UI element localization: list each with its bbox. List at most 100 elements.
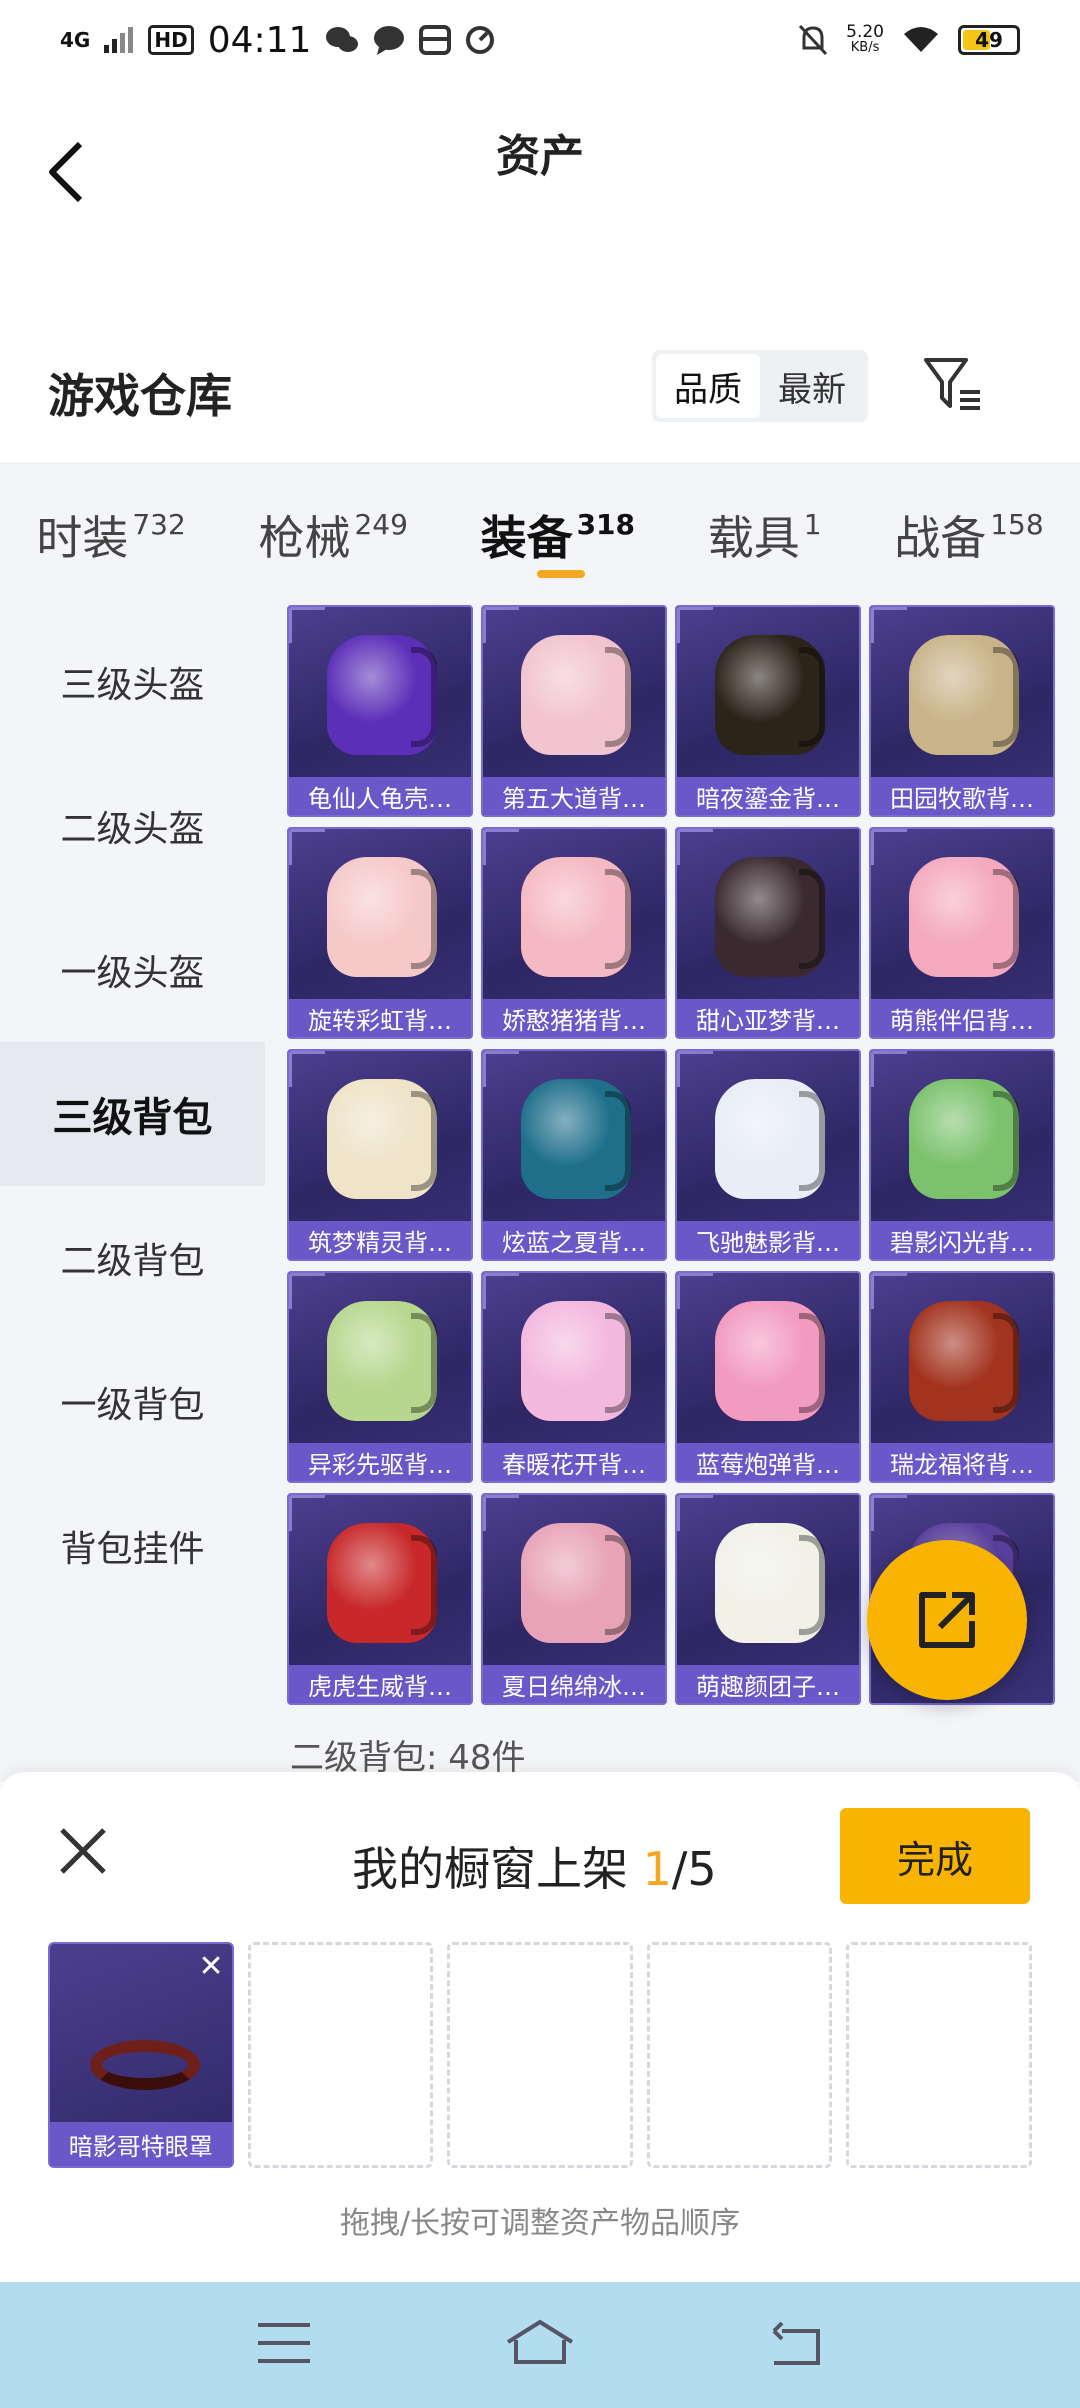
signal-icon [104,27,134,53]
select-checkbox[interactable] [289,1273,325,1309]
sidebar-item-lv1-helmet[interactable]: 一级头盔 [0,898,265,1042]
item-card[interactable]: 第五大道背… [481,605,667,817]
showcase-slot-empty[interactable] [247,1942,434,2168]
select-checkbox[interactable] [483,1495,519,1531]
item-label: 娇憨猪猪背… [483,999,665,1037]
item-card[interactable]: 暗夜鎏金背… [675,605,861,817]
item-card[interactable]: 龟仙人龟壳… [287,605,473,817]
sidebar-item-lv3-backpack[interactable]: 三级背包 [0,1042,265,1186]
item-card[interactable]: 田园牧歌背… [869,605,1055,817]
sidebar-item-lv2-backpack[interactable]: 二级背包 [0,1186,265,1330]
backpack-strap [799,1091,825,1191]
item-card[interactable]: 炫蓝之夏背… [481,1049,667,1261]
item-label: 暗夜鎏金背… [677,777,859,815]
select-checkbox[interactable] [289,1051,325,1087]
select-checkbox[interactable] [677,1051,713,1087]
item-label: 夏日绵绵冰… [483,1665,665,1703]
sidebar-item-lv3-helmet[interactable]: 三级头盔 [0,610,265,754]
backpack-strap [411,1091,437,1191]
item-card[interactable]: 萌熊伴侣背… [869,827,1055,1039]
system-nav-bar [0,2282,1080,2408]
sidebar-item-backpack-charm[interactable]: 背包挂件 [0,1474,265,1618]
hd-badge: HD [148,25,194,55]
sidebar-item-lv1-backpack[interactable]: 一级背包 [0,1330,265,1474]
select-checkbox[interactable] [871,829,907,865]
sort-toggle: 品质 最新 [652,350,868,422]
select-checkbox[interactable] [677,829,713,865]
tab-label: 载具 [707,511,800,565]
item-label: 龟仙人龟壳… [289,777,471,815]
item-card[interactable]: 萌趣颜团子… [675,1493,861,1705]
select-checkbox[interactable] [677,607,713,643]
select-checkbox[interactable] [677,1495,713,1531]
active-tab-indicator [537,570,585,578]
item-card[interactable]: 娇憨猪猪背… [481,827,667,1039]
item-label: 飞驰魅影背… [677,1221,859,1259]
close-button[interactable] [58,1826,108,1876]
select-checkbox[interactable] [483,829,519,865]
select-checkbox[interactable] [289,829,325,865]
tab-fashion[interactable]: 时装 732 [36,502,185,568]
showcase-slot-empty[interactable] [646,1942,833,2168]
item-card[interactable]: 筑梦精灵背… [287,1049,473,1261]
sort-quality-button[interactable]: 品质 [656,354,760,418]
backpack-strap [605,647,631,747]
tab-vehicles[interactable]: 载具 1 [708,502,822,568]
tab-equipment[interactable]: 装备 318 [481,502,635,568]
tab-firearms[interactable]: 枪械 249 [258,502,407,568]
page-title: 资产 [496,131,584,182]
item-card[interactable]: 异彩先驱背… [287,1271,473,1483]
tab-count: 249 [354,508,408,541]
showcase-slot-empty[interactable] [846,1942,1032,2168]
message-icon [373,25,405,55]
select-checkbox[interactable] [483,607,519,643]
showcase-slot-empty[interactable] [447,1942,633,2168]
select-checkbox[interactable] [871,1495,907,1531]
done-button[interactable]: 完成 [840,1808,1030,1904]
sort-latest-button[interactable]: 最新 [760,354,864,418]
filter-button[interactable] [920,352,984,416]
select-checkbox[interactable] [871,1051,907,1087]
item-label: 瑞龙福将背… [871,1443,1053,1481]
select-checkbox[interactable] [483,1051,519,1087]
item-card[interactable]: 瑞龙福将背… [869,1271,1055,1483]
item-label: 蓝莓炮弹背… [677,1443,859,1481]
backpack-strap [605,1535,631,1635]
item-card[interactable]: 甜心亚梦背… [675,827,861,1039]
item-card[interactable]: 虎虎生威背… [287,1493,473,1705]
menu-icon [258,2323,310,2363]
category-tabs: 时装 732 枪械 249 装备 318 载具 1 战备 158 [0,490,1080,580]
select-checkbox[interactable] [483,1273,519,1309]
item-card[interactable]: 夏日绵绵冰… [481,1493,667,1705]
backpack-strap [605,1091,631,1191]
home-button[interactable] [504,2318,576,2372]
eye-mask-image [90,2040,200,2090]
showcase-slot-filled[interactable]: ✕ 暗影哥特眼罩 [48,1942,234,2168]
backpack-strap [799,647,825,747]
item-card[interactable]: 蓝莓炮弹背… [675,1271,861,1483]
item-card[interactable]: 旋转彩虹背… [287,827,473,1039]
item-label: 异彩先驱背… [289,1443,471,1481]
item-card[interactable]: 碧影闪光背… [869,1049,1055,1261]
remove-icon[interactable]: ✕ [198,1952,223,1982]
select-checkbox[interactable] [289,1495,325,1531]
tab-supplies[interactable]: 战备 158 [894,502,1043,568]
network-speed: 5.20 KB/s [846,24,884,56]
select-checkbox[interactable] [871,607,907,643]
tab-count: 732 [132,508,186,541]
nav-back-button[interactable] [768,2319,824,2371]
menu-button[interactable] [256,2321,312,2369]
select-checkbox[interactable] [871,1273,907,1309]
select-checkbox[interactable] [289,607,325,643]
item-card[interactable]: 飞驰魅影背… [675,1049,861,1261]
sidebar-item-lv2-helmet[interactable]: 二级头盔 [0,754,265,898]
battery-level: 49 [975,28,1003,52]
item-label: 虎虎生威背… [289,1665,471,1703]
backpack-strap [605,1313,631,1413]
select-checkbox[interactable] [677,1273,713,1309]
item-card[interactable]: 春暖花开背… [481,1271,667,1483]
share-button[interactable] [867,1540,1027,1700]
item-label: 旋转彩虹背… [289,999,471,1037]
section-title: 游戏仓库 [48,369,232,423]
compass-icon [465,25,495,55]
